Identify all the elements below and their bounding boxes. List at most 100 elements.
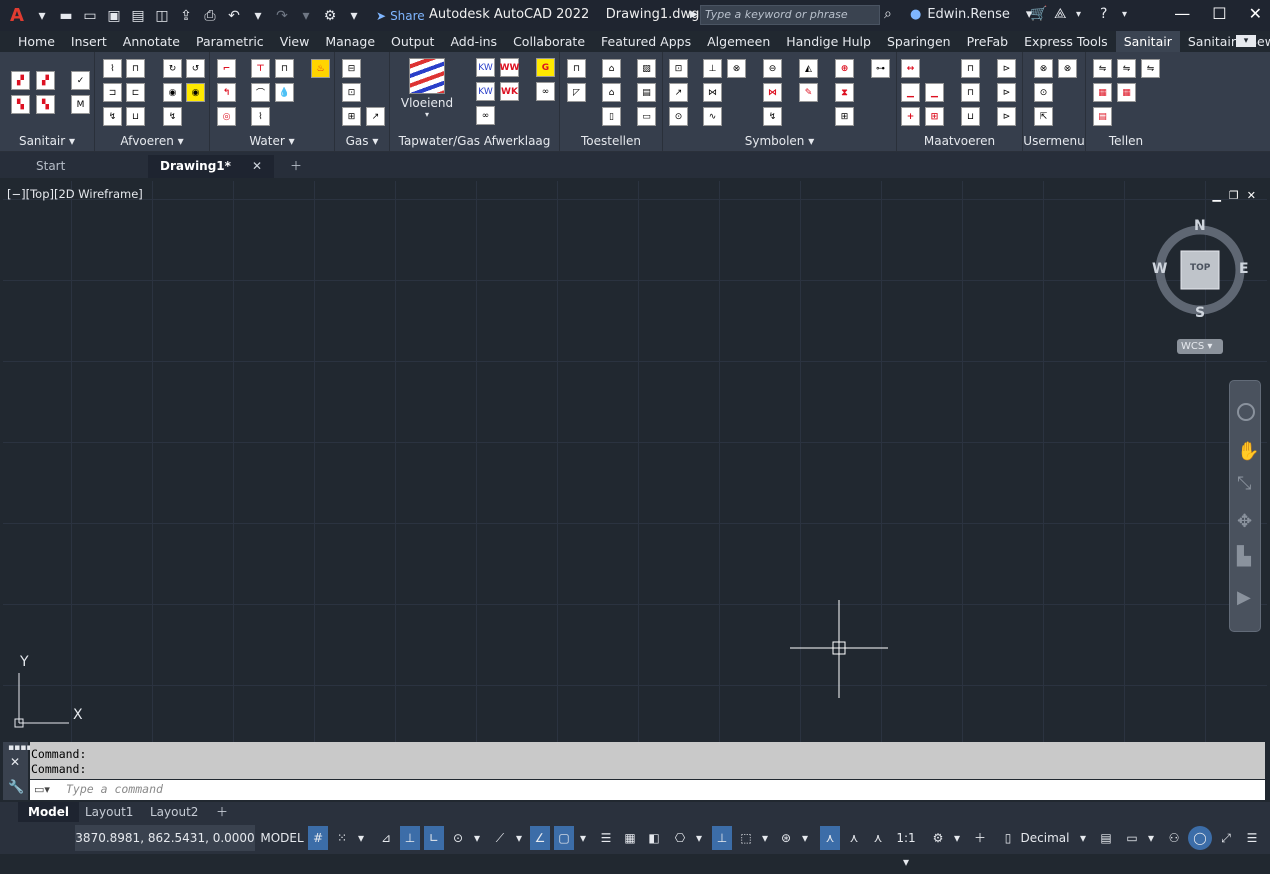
tab-collaborate[interactable]: Collaborate: [505, 31, 593, 52]
new-file-icon[interactable]: ▬: [56, 6, 76, 26]
tab-home[interactable]: Home: [10, 31, 63, 52]
tab-featured-apps[interactable]: Featured Apps: [593, 31, 699, 52]
grid-icon[interactable]: #: [308, 826, 328, 850]
isodraft-dropdown-icon[interactable]: ▾: [512, 826, 526, 850]
autocad-logo-icon[interactable]: A: [6, 5, 28, 27]
sanitair-tool-4[interactable]: ▚: [36, 95, 55, 114]
gas-layer-tool-2[interactable]: ∞: [536, 82, 555, 101]
drawing-area[interactable]: [3, 181, 1267, 742]
export-icon[interactable]: ⇪: [176, 6, 196, 26]
compass-north[interactable]: N: [1194, 218, 1206, 234]
ortho-icon[interactable]: ∟: [424, 826, 444, 850]
polar-dropdown-icon[interactable]: ▾: [470, 826, 484, 850]
compass-east[interactable]: E: [1239, 261, 1249, 277]
afvoeren-tool-10[interactable]: ◉: [186, 83, 205, 102]
symbolen-tool-4[interactable]: ⊥: [703, 59, 722, 78]
sanitair-tool-2[interactable]: ▞: [36, 71, 55, 90]
tab-sanitair[interactable]: Sanitair: [1115, 31, 1180, 52]
symbolen-tool-1[interactable]: ⊡: [669, 59, 688, 78]
toestellen-tool-8[interactable]: ▭: [637, 107, 656, 126]
maatvoeren-tool-9[interactable]: ⊳: [997, 59, 1016, 78]
symbolen-tool-15[interactable]: ⊞: [835, 107, 854, 126]
units-dropdown-icon[interactable]: ▾: [1076, 826, 1090, 850]
tapwater-tool-loop[interactable]: ∞: [476, 106, 495, 125]
symbolen-tool-10[interactable]: ↯: [763, 107, 782, 126]
water-tool-8[interactable]: ⌇: [251, 107, 270, 126]
save-as-icon[interactable]: ▤: [128, 6, 148, 26]
clean-screen-icon[interactable]: ⤢: [1216, 826, 1236, 850]
tellen-tool-6[interactable]: ▤: [1093, 107, 1112, 126]
symbolen-tool-8[interactable]: ⊖: [763, 59, 782, 78]
quick-properties-icon[interactable]: ▤: [1096, 826, 1116, 850]
tellen-tool-4[interactable]: ▦: [1093, 83, 1112, 102]
grip-icon[interactable]: ▪▪▪▪: [8, 743, 32, 753]
water-tool-1[interactable]: ⌐: [217, 59, 236, 78]
search-input[interactable]: Type a keyword or phrase: [700, 5, 880, 25]
dynamic-ucs-icon[interactable]: ⊥: [712, 826, 732, 850]
polar-tracking-icon[interactable]: ⊙: [448, 826, 468, 850]
afvoeren-tool-2[interactable]: ⊓: [126, 59, 145, 78]
tab-start[interactable]: Start: [24, 155, 77, 178]
orbit-icon[interactable]: ✥: [1237, 511, 1252, 532]
customization-menu-icon[interactable]: ☰: [1242, 826, 1262, 850]
tab-model[interactable]: Model: [18, 802, 80, 822]
snap-dropdown-icon[interactable]: ▾: [354, 826, 368, 850]
autodesk-app-icon[interactable]: ⟁: [1054, 6, 1067, 22]
maatvoeren-tool-10[interactable]: ⊳: [997, 83, 1016, 102]
workspace-icon[interactable]: ⚙: [320, 6, 340, 26]
tapwater-tool-kw2[interactable]: KW: [476, 82, 495, 101]
usermenu-tool-4[interactable]: ⇱: [1034, 107, 1053, 126]
command-line-handle[interactable]: ▪▪▪▪ ✕ 🔧: [3, 742, 32, 800]
toestellen-tool-2[interactable]: ◸: [567, 83, 586, 102]
close-command-icon[interactable]: ✕: [10, 755, 20, 769]
water-tool-7[interactable]: 💧: [275, 83, 294, 102]
maatvoeren-tool-1[interactable]: ↔: [901, 59, 920, 78]
maatvoeren-tool-5[interactable]: ⊞: [925, 107, 944, 126]
customize-command-icon[interactable]: 🔧: [8, 780, 24, 795]
viewport-minimize-icon[interactable]: ▁: [1212, 189, 1220, 202]
toestellen-tool-3[interactable]: ⌂: [602, 59, 621, 78]
gas-tool-1[interactable]: ⊟: [342, 59, 361, 78]
compass-south[interactable]: S: [1195, 305, 1205, 321]
tab-annotate[interactable]: Annotate: [115, 31, 188, 52]
isolate-objects-icon[interactable]: ⚇: [1164, 826, 1184, 850]
afvoeren-tool-5[interactable]: ↯: [103, 107, 122, 126]
tab-insert[interactable]: Insert: [63, 31, 115, 52]
object-snap-icon[interactable]: ▢: [554, 826, 574, 850]
water-tool-9[interactable]: ♨: [311, 59, 330, 78]
ribbon-minimize-icon[interactable]: ▾: [1236, 35, 1256, 47]
app-menu-chevron-icon[interactable]: ▾: [32, 6, 52, 26]
symbolen-tool-12[interactable]: ✎: [799, 83, 818, 102]
sanitair-tool-5[interactable]: ✓: [71, 71, 90, 90]
tellen-tool-5[interactable]: ▦: [1117, 83, 1136, 102]
annotation-scale-value[interactable]: 1:1 ▾: [892, 826, 920, 869]
panel-label-maatvoeren[interactable]: Maatvoeren: [897, 134, 1022, 148]
zoom-extents-icon[interactable]: ⤡: [1237, 473, 1251, 494]
tapwater-tool-kw[interactable]: KW: [476, 58, 495, 77]
app-dropdown-icon[interactable]: ▾: [1076, 9, 1081, 20]
symbolen-tool-2[interactable]: ↗: [669, 83, 688, 102]
water-tool-5[interactable]: ⊓: [275, 59, 294, 78]
tab-manage[interactable]: Manage: [317, 31, 383, 52]
navbar-settings-icon[interactable]: ▶: [1237, 587, 1251, 608]
command-input[interactable]: Type a command: [30, 780, 1265, 800]
tab-handige-hulp[interactable]: Handige Hulp: [778, 31, 879, 52]
usermenu-tool-1[interactable]: ⊗: [1034, 59, 1053, 78]
usermenu-tool-3[interactable]: ⊙: [1034, 83, 1053, 102]
maximize-icon[interactable]: ☐: [1212, 4, 1226, 23]
compass-west[interactable]: W: [1152, 261, 1167, 277]
redo-icon[interactable]: ↷: [272, 6, 292, 26]
tapwater-tool-wk[interactable]: WK: [500, 82, 519, 101]
lock-ui-icon[interactable]: ▭: [1122, 826, 1142, 850]
lineweight-icon[interactable]: ☰: [596, 826, 616, 850]
afvoeren-tool-4[interactable]: ⊏: [126, 83, 145, 102]
new-tab-icon[interactable]: ＋: [278, 155, 314, 178]
search-expand-icon[interactable]: ▶: [690, 9, 698, 20]
symbolen-tool-11[interactable]: ◭: [799, 59, 818, 78]
model-space-button[interactable]: MODEL: [258, 826, 306, 850]
maatvoeren-tool-4[interactable]: +: [901, 107, 920, 126]
afvoeren-tool-9[interactable]: ◉: [163, 83, 182, 102]
open-file-icon[interactable]: ▭: [80, 6, 100, 26]
panel-label-sanitair[interactable]: Sanitair ▾: [0, 134, 94, 148]
toestellen-tool-4[interactable]: ⌂: [602, 83, 621, 102]
